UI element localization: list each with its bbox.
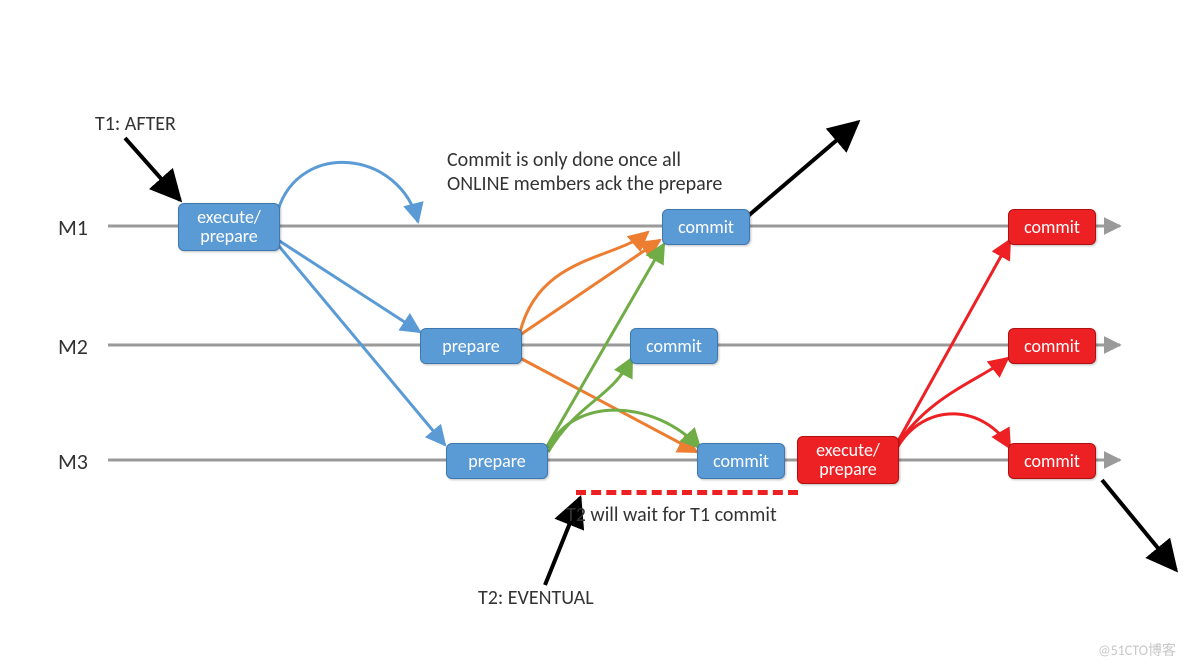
box-m3-prepare: prepare (446, 443, 548, 479)
orange-m2-to-m3commit (520, 358, 697, 452)
t1-pointer (125, 138, 180, 200)
box-m3-execute-prepare-red: execute/ prepare (797, 436, 899, 484)
blue-m1-to-m2prep (278, 240, 420, 332)
annot-t2: T2: EVENTUAL (478, 586, 594, 610)
box-m1-execute-prepare: execute/ prepare (178, 203, 280, 251)
annot-commit-note: Commit is only done once all ONLINE memb… (447, 148, 722, 196)
watermark: @51CTO博客 (1098, 640, 1176, 660)
box-m2-commit-red: commit (1008, 328, 1096, 364)
orange-self-m2 (520, 232, 648, 332)
label-m3: M3 (58, 448, 88, 475)
diagram-canvas: { "lanes": { "m1": "M1", "m2": "M2", "m3… (0, 0, 1184, 666)
label-m1: M1 (58, 214, 88, 241)
blue-self-m1 (278, 162, 418, 222)
arrow-out-top (748, 122, 858, 216)
arrows-layer (0, 0, 1184, 666)
annot-wait: T2 will wait for T1 commit (566, 503, 777, 527)
box-m3-commit-red: commit (1008, 443, 1096, 479)
red-m3-to-m2commit (897, 358, 1008, 445)
box-m2-commit-blue: commit (630, 328, 718, 364)
box-m1-commit-red: commit (1008, 209, 1096, 245)
label-m2: M2 (58, 333, 88, 360)
box-m3-commit-blue: commit (697, 443, 785, 479)
box-m1-commit-blue: commit (662, 209, 750, 245)
annot-t1: T1: AFTER (95, 112, 176, 136)
dashed-wait-line (576, 490, 798, 495)
red-self-m3 (897, 414, 1010, 448)
arrow-out-bottom (1102, 480, 1176, 570)
box-m2-prepare: prepare (420, 328, 522, 364)
